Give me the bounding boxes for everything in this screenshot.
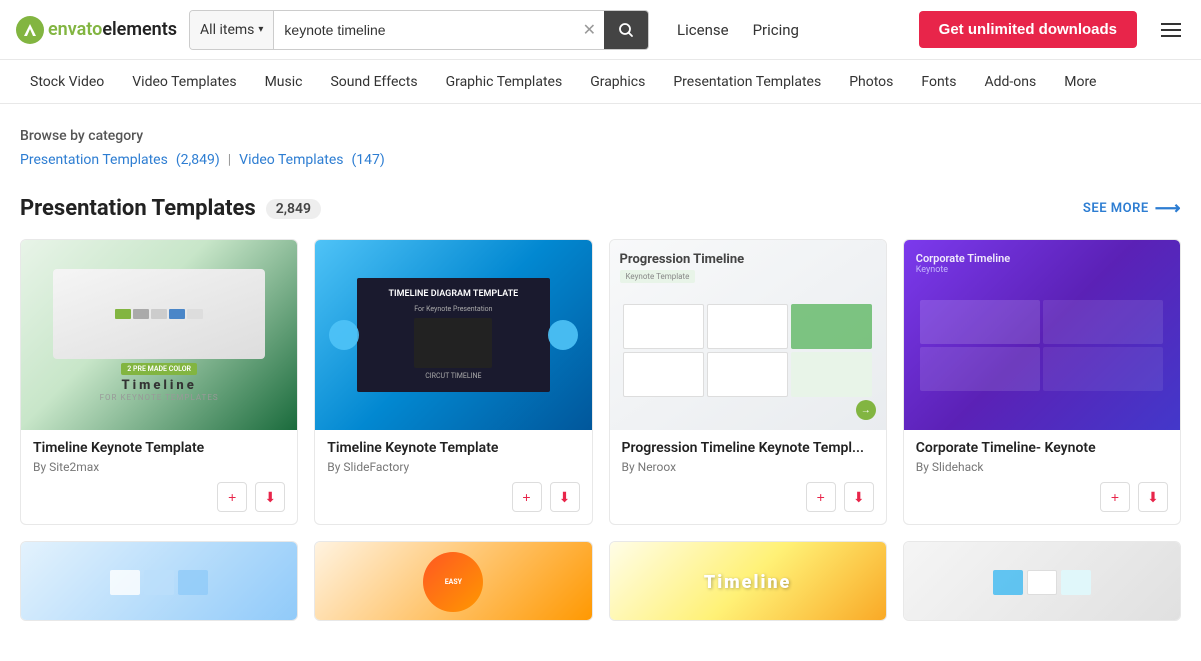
cat-nav-add-ons[interactable]: Add-ons [971, 60, 1051, 104]
category-nav: Stock Video Video Templates Music Sound … [0, 60, 1201, 104]
header: envatoelements All items ▾ ✕ License Pri… [0, 0, 1201, 60]
card-1-badge: 2 PRE MADE COLOR [121, 363, 197, 375]
hamburger-line-2 [1161, 29, 1181, 31]
cat-nav-music[interactable]: Music [251, 60, 317, 104]
chevron-down-icon: ▾ [258, 24, 263, 35]
hamburger-line-1 [1161, 23, 1181, 25]
card-1-actions: + ⬇ [33, 482, 285, 512]
cat-nav-stock-video[interactable]: Stock Video [16, 60, 118, 104]
card-4-download-button[interactable]: ⬇ [1138, 482, 1168, 512]
card-4[interactable]: Corporate Timeline Keynote Corporate Tim… [903, 239, 1181, 525]
cat-nav-more[interactable]: More [1050, 60, 1110, 104]
card-2-add-button[interactable]: + [512, 482, 542, 512]
main-content: Browse by category Presentation Template… [0, 104, 1201, 661]
search-category-dropdown[interactable]: All items ▾ [190, 11, 274, 49]
card-3[interactable]: Progression Timeline Keynote Template → … [609, 239, 887, 525]
card-1-download-button[interactable]: ⬇ [255, 482, 285, 512]
search-input[interactable] [274, 22, 574, 38]
hamburger-menu[interactable] [1157, 19, 1185, 41]
card-1-info: Timeline Keynote Template By Site2max + … [21, 430, 297, 524]
card-4-author: By Slidehack [916, 460, 1168, 474]
card-1-title: Timeline Keynote Template [33, 440, 285, 456]
nav-license[interactable]: License [677, 21, 729, 39]
cat-nav-fonts[interactable]: Fonts [907, 60, 970, 104]
cards-grid-row1: 2 PRE MADE COLOR Timeline FOR KEYNOTE TE… [20, 239, 1181, 525]
cat-nav-photos[interactable]: Photos [835, 60, 907, 104]
filter-vid-count: (147) [351, 152, 384, 168]
card-2-info: Timeline Keynote Template By SlideFactor… [315, 430, 591, 524]
filter-separator: | [228, 152, 231, 168]
card-3-thumbnail: Progression Timeline Keynote Template → [610, 240, 886, 430]
card-6-circle: EASY [423, 552, 483, 612]
card-2[interactable]: TIMELINE DIAGRAM TEMPLATE For Keynote Pr… [314, 239, 592, 525]
header-nav: License Pricing [677, 21, 799, 39]
hamburger-line-3 [1161, 35, 1181, 37]
card-4-thumbnail: Corporate Timeline Keynote [904, 240, 1180, 430]
cat-nav-presentation-templates[interactable]: Presentation Templates [659, 60, 835, 104]
card-1-author: By Site2max [33, 460, 285, 474]
category-filters: Presentation Templates (2,849) | Video T… [20, 152, 1181, 168]
card-1-subtitle: Timeline [121, 378, 196, 393]
card-3-actions: + ⬇ [622, 482, 874, 512]
cards-grid-row2: EASY Timeline [20, 541, 1181, 621]
envato-logo-icon [16, 16, 44, 44]
card-2-thumb-inner: TIMELINE DIAGRAM TEMPLATE For Keynote Pr… [357, 278, 550, 392]
card-3-download-button[interactable]: ⬇ [844, 482, 874, 512]
card-5[interactable] [20, 541, 298, 621]
card-3-author: By Neroox [622, 460, 874, 474]
card-7-title-text: Timeline [704, 572, 791, 593]
card-2-thumbnail: TIMELINE DIAGRAM TEMPLATE For Keynote Pr… [315, 240, 591, 430]
browse-by-category-label: Browse by category [20, 128, 1181, 144]
card-6[interactable]: EASY [314, 541, 592, 621]
cat-nav-sound-effects[interactable]: Sound Effects [316, 60, 431, 104]
card-1-thumbnail: 2 PRE MADE COLOR Timeline FOR KEYNOTE TE… [21, 240, 297, 430]
card-4-title: Corporate Timeline- Keynote [916, 440, 1168, 456]
card-8[interactable] [903, 541, 1181, 621]
search-bar: All items ▾ ✕ [189, 10, 649, 50]
section-title: Presentation Templates 2,849 [20, 196, 321, 221]
logo-text: envatoelements [48, 19, 177, 40]
card-3-add-button[interactable]: + [806, 482, 836, 512]
search-button[interactable] [604, 10, 648, 50]
card-3-title: Progression Timeline Keynote Templ... [622, 440, 874, 456]
card-4-add-button[interactable]: + [1100, 482, 1130, 512]
logo[interactable]: envatoelements [16, 16, 177, 44]
filter-pres-count: (2,849) [176, 152, 220, 168]
see-more-link[interactable]: SEE MORE ⟶ [1083, 198, 1181, 219]
card-4-actions: + ⬇ [916, 482, 1168, 512]
card-1-add-button[interactable]: + [217, 482, 247, 512]
search-icon [618, 22, 634, 38]
section-title-text: Presentation Templates [20, 196, 256, 221]
nav-pricing[interactable]: Pricing [753, 21, 799, 39]
see-more-arrow-icon: ⟶ [1155, 198, 1181, 219]
card-3-info: Progression Timeline Keynote Templ... By… [610, 430, 886, 524]
section-header: Presentation Templates 2,849 SEE MORE ⟶ [20, 196, 1181, 221]
card-1[interactable]: 2 PRE MADE COLOR Timeline FOR KEYNOTE TE… [20, 239, 298, 525]
card-2-author: By SlideFactory [327, 460, 579, 474]
card-2-download-button[interactable]: ⬇ [550, 482, 580, 512]
filter-video-templates[interactable]: Video Templates [239, 152, 343, 168]
card-7[interactable]: Timeline [609, 541, 887, 621]
filter-presentation-templates[interactable]: Presentation Templates [20, 152, 168, 168]
see-more-label: SEE MORE [1083, 201, 1149, 216]
section-count-badge: 2,849 [266, 199, 321, 219]
card-2-title: Timeline Keynote Template [327, 440, 579, 456]
cta-button[interactable]: Get unlimited downloads [919, 11, 1137, 48]
cat-nav-graphics[interactable]: Graphics [576, 60, 659, 104]
card-2-actions: + ⬇ [327, 482, 579, 512]
cat-nav-graphic-templates[interactable]: Graphic Templates [432, 60, 577, 104]
clear-icon[interactable]: ✕ [575, 20, 604, 39]
search-category-label: All items [200, 22, 254, 38]
card-4-info: Corporate Timeline- Keynote By Slidehack… [904, 430, 1180, 524]
cat-nav-video-templates[interactable]: Video Templates [118, 60, 250, 104]
